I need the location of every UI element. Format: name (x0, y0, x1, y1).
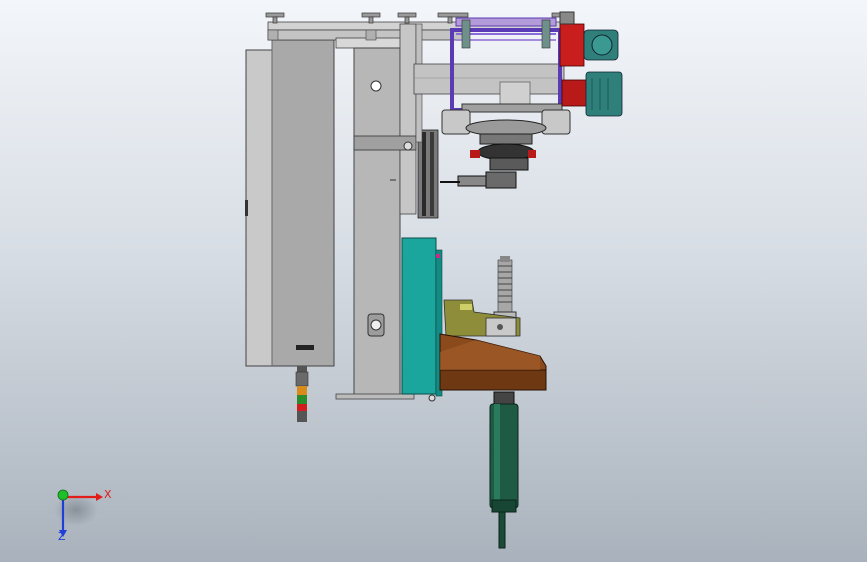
vertical-guide-rail[interactable] (415, 23, 439, 219)
spring-plunger[interactable] (493, 256, 517, 321)
cabinet-nameplate (296, 345, 314, 350)
signal-tower-light[interactable] (295, 366, 309, 422)
green-pneumatic-cylinder[interactable] (489, 391, 519, 549)
electrical-cabinet[interactable] (245, 39, 335, 367)
brown-support-bracket[interactable] (439, 333, 547, 391)
upper-gear-motor[interactable] (559, 11, 619, 67)
cad-model-drawing (245, 11, 623, 549)
cad-viewport[interactable]: X Z (0, 0, 867, 562)
lower-gear-motor[interactable] (561, 71, 623, 117)
teal-lift-panel[interactable] (401, 237, 443, 402)
rotary-gripper-head[interactable] (440, 109, 571, 189)
horizontal-arm-beam[interactable] (413, 63, 565, 95)
